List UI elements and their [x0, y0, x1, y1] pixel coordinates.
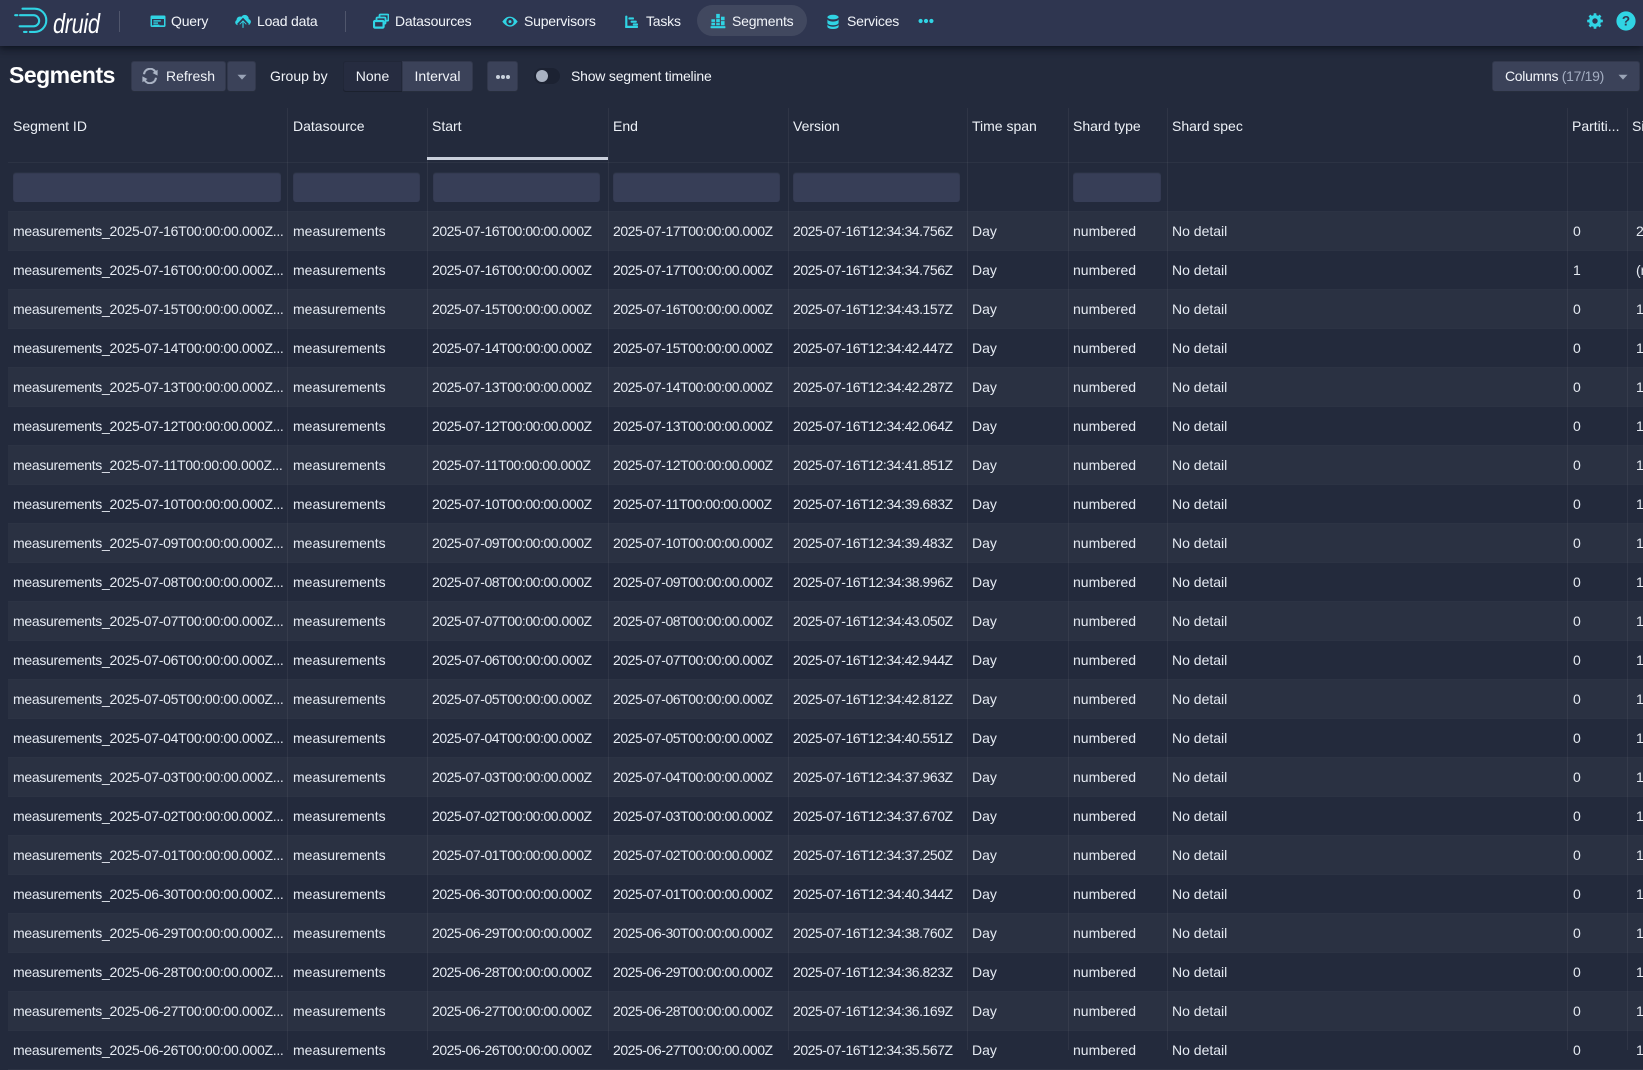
- svg-text:?: ?: [1622, 14, 1630, 29]
